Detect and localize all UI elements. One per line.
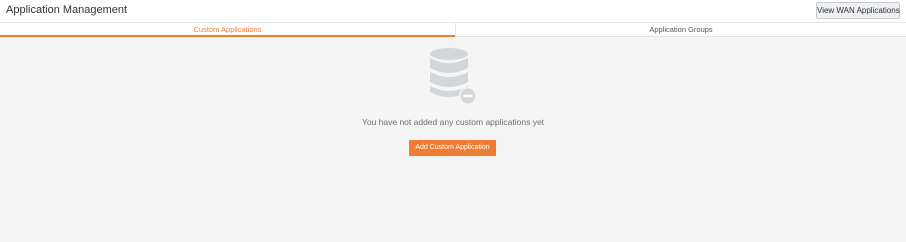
header-bar: Application Management View WAN Applicat… <box>0 0 906 22</box>
empty-state-message: You have not added any custom applicatio… <box>361 117 545 127</box>
tab-application-groups[interactable]: Application Groups <box>455 23 906 37</box>
empty-state-panel: You have not added any custom applicatio… <box>0 37 906 242</box>
tab-custom-applications[interactable]: Custom Applications <box>0 23 455 37</box>
page-title: Application Management <box>6 4 128 16</box>
view-wan-applications-button[interactable]: View WAN Applications <box>816 2 900 19</box>
add-custom-application-button[interactable]: Add Custom Application <box>409 140 496 156</box>
tab-bar: Custom Applications Application Groups <box>0 22 906 37</box>
database-minus-icon <box>430 48 477 105</box>
